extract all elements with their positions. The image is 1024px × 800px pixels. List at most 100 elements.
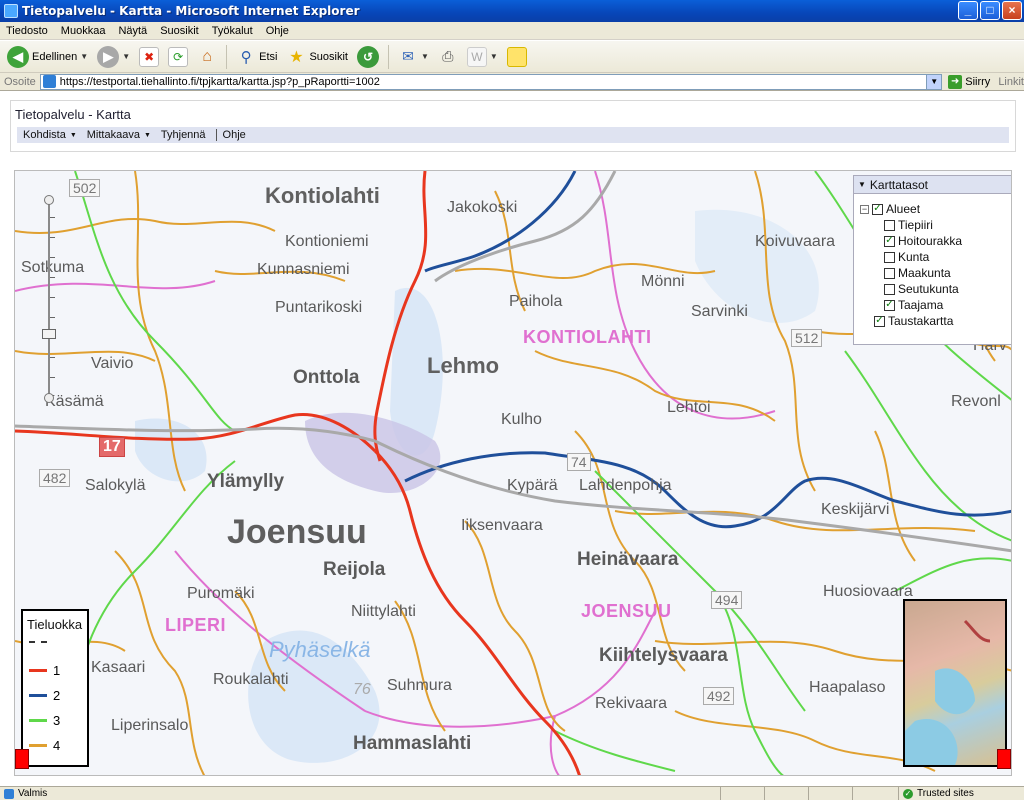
- favorites-button[interactable]: ★ Suosikit: [283, 45, 351, 69]
- layer-row-taajama[interactable]: ✓ Taajama: [884, 298, 943, 312]
- stop-icon: ✖: [139, 46, 160, 67]
- menu-tyhjenna[interactable]: Tyhjennä: [161, 129, 206, 141]
- forward-arrow-icon: ▶: [97, 45, 120, 68]
- layer-checkbox[interactable]: [884, 267, 895, 279]
- menu-ohje-app[interactable]: Ohje: [223, 129, 246, 141]
- layer-row-seutukunta[interactable]: Seutukunta: [884, 282, 959, 296]
- menu-ohje[interactable]: Ohje: [266, 25, 289, 37]
- pan-marker-right[interactable]: [997, 749, 1011, 769]
- status-pane: [764, 787, 808, 800]
- window-title: Tietopalvelu - Kartta - Microsoft Intern…: [22, 4, 360, 18]
- layer-checkbox[interactable]: ✓: [884, 299, 895, 311]
- zoom-slider[interactable]: [42, 195, 56, 405]
- map-view[interactable]: Kontiolahti Jakokoski Koivuvaara Kontion…: [14, 170, 1012, 776]
- back-arrow-icon: ◀: [7, 45, 29, 68]
- ie-icon: [4, 4, 18, 18]
- layer-row-tiepiiri[interactable]: Tiepiiri: [884, 218, 933, 232]
- menu-nayta[interactable]: Näytä: [118, 25, 147, 37]
- chevron-down-icon: ▼: [143, 131, 151, 139]
- zoom-tick: [50, 257, 55, 258]
- layer-checkbox[interactable]: [884, 251, 895, 263]
- notes-button[interactable]: [504, 45, 530, 69]
- overview-map[interactable]: [903, 599, 1007, 767]
- layer-label: Kunta: [898, 250, 930, 264]
- layers-panel-header[interactable]: ▼ Karttatasot: [854, 176, 1011, 194]
- place-label: Paihola: [509, 293, 563, 310]
- window-title-bar[interactable]: Tietopalvelu - Kartta - Microsoft Intern…: [0, 0, 1024, 22]
- layer-checkbox[interactable]: ✓: [872, 203, 883, 215]
- note-icon: [506, 46, 527, 67]
- menu-suosikit[interactable]: Suosikit: [160, 25, 199, 37]
- edit-button[interactable]: W ▼: [464, 45, 501, 69]
- forward-button[interactable]: ▶ ▼: [94, 44, 133, 70]
- address-bar: Osoite ▼ ➜ Siirry Linkit: [0, 73, 1024, 91]
- layer-row-taustakartta[interactable]: ✓ Taustakartta: [874, 314, 953, 328]
- legend-label: 1: [53, 663, 61, 678]
- layer-checkbox[interactable]: ✓: [884, 235, 895, 247]
- collapse-icon[interactable]: ▼: [858, 180, 866, 189]
- overview-map-canvas: [905, 619, 991, 765]
- pan-marker-left[interactable]: [15, 749, 29, 769]
- history-icon: ↺: [356, 45, 379, 68]
- menu-mittakaava-label: Mittakaava: [86, 129, 140, 141]
- mail-dropdown-icon[interactable]: ▼: [421, 52, 429, 61]
- print-button[interactable]: ⎙: [435, 45, 461, 69]
- go-button[interactable]: ➜ Siirry: [948, 74, 990, 89]
- back-dropdown-icon[interactable]: ▼: [80, 52, 88, 61]
- tree-collapse-icon[interactable]: −: [860, 204, 869, 214]
- menu-muokkaa[interactable]: Muokkaa: [61, 25, 106, 37]
- edit-dropdown-icon[interactable]: ▼: [490, 52, 498, 61]
- printer-icon: ⎙: [442, 48, 454, 64]
- forward-dropdown-icon[interactable]: ▼: [122, 52, 130, 61]
- layer-checkbox[interactable]: ✓: [874, 315, 885, 327]
- zoom-track: [48, 201, 50, 397]
- minimize-button[interactable]: _: [958, 1, 978, 20]
- home-button[interactable]: ⌂: [194, 45, 220, 69]
- app-menu-bar: Kohdista ▼ Mittakaava ▼ Tyhjennä Ohje: [17, 127, 1009, 143]
- stop-button[interactable]: ✖: [136, 45, 162, 69]
- close-button[interactable]: ×: [1002, 1, 1022, 20]
- layer-label: Seutukunta: [898, 282, 959, 296]
- refresh-button[interactable]: ⟳: [165, 45, 191, 69]
- menu-kohdista[interactable]: Kohdista ▼: [23, 129, 77, 141]
- address-field[interactable]: ▼: [39, 73, 943, 90]
- place-label: Iiksenvaara: [461, 517, 543, 534]
- security-zone[interactable]: ✓ Trusted sites: [898, 787, 974, 800]
- address-dropdown-icon[interactable]: ▼: [926, 74, 942, 89]
- zoom-tick: [50, 217, 55, 218]
- zoom-handle[interactable]: [42, 329, 56, 339]
- road-number: 492: [703, 687, 735, 705]
- menu-tiedosto[interactable]: Tiedosto: [6, 25, 48, 37]
- road-number: 502: [69, 179, 101, 197]
- mail-button[interactable]: ✉ ▼: [395, 45, 432, 69]
- menu-mittakaava[interactable]: Mittakaava ▼: [87, 129, 151, 141]
- menu-tyokalut[interactable]: Työkalut: [212, 25, 253, 37]
- search-button[interactable]: ⚲ Etsi: [233, 45, 280, 69]
- zoom-out-button[interactable]: [44, 393, 54, 403]
- layer-row-kunta[interactable]: Kunta: [884, 250, 929, 264]
- zoom-tick: [50, 237, 55, 238]
- zone-label: Trusted sites: [917, 788, 974, 799]
- address-input[interactable]: [59, 75, 920, 88]
- layer-row-maakunta[interactable]: Maakunta: [884, 266, 951, 280]
- place-label: Lahdenpohja: [579, 477, 672, 494]
- layer-checkbox[interactable]: [884, 219, 895, 231]
- links-label[interactable]: Linkit: [998, 76, 1024, 88]
- maximize-button[interactable]: □: [980, 1, 1000, 20]
- address-label: Osoite: [4, 75, 36, 88]
- layer-row-alueet[interactable]: − ✓ Alueet: [860, 202, 920, 216]
- municipality-label: KONTIOLAHTI: [523, 327, 652, 347]
- road-number: 74: [567, 453, 591, 471]
- history-button[interactable]: ↺: [354, 44, 382, 70]
- go-arrow-icon: ➜: [948, 74, 963, 89]
- road-number: 494: [711, 591, 743, 609]
- zoom-in-button[interactable]: [44, 195, 54, 205]
- road-number: 17: [99, 437, 125, 457]
- layer-row-hoitourakka[interactable]: ✓ Hoitourakka: [884, 234, 962, 248]
- place-label: Ylämylly: [207, 471, 285, 492]
- back-button[interactable]: ◀ Edellinen ▼: [4, 44, 91, 70]
- layer-checkbox[interactable]: [884, 283, 895, 295]
- place-label: Kunnasniemi: [257, 261, 350, 278]
- place-label: Kontioniemi: [285, 233, 369, 250]
- place-label: Puntarikoski: [275, 299, 363, 316]
